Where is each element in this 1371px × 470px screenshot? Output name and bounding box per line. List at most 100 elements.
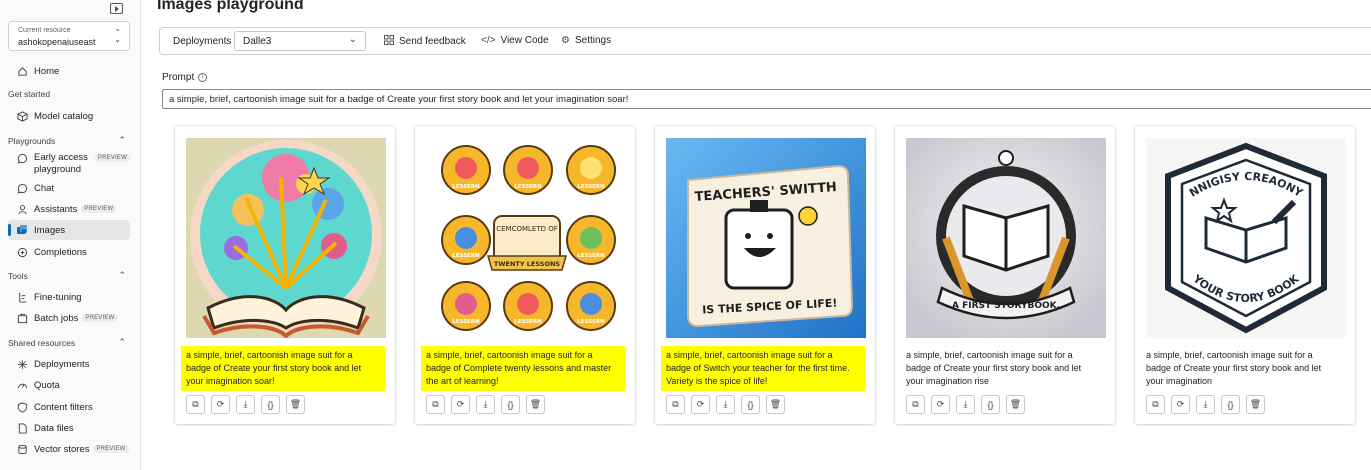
variation-icon[interactable]: ⟳ [931,395,950,414]
variation-icon[interactable]: ⟳ [211,395,230,414]
download-icon[interactable]: ⤓ [716,395,735,414]
deployments-label: Deployments [173,36,232,47]
prompt-label: Prompt i [162,72,208,83]
chat-icon [16,182,28,194]
copy-icon[interactable]: ⧉ [186,395,205,414]
person-icon [16,203,28,215]
settings-button[interactable]: ⚙ Settings [561,35,611,46]
view-code-button[interactable]: </> View Code [481,35,549,46]
sidebar-item-label: Quota [34,379,60,391]
download-icon[interactable]: ⤓ [236,395,255,414]
gauge-icon [16,379,28,391]
info-icon[interactable]: i [198,73,208,82]
deployments-icon [16,358,28,370]
delete-icon[interactable]: 🗑 [286,395,305,414]
json-icon[interactable]: {} [981,395,1000,414]
prompt-input[interactable] [162,89,1371,109]
sidebar-item-label: Home [34,65,60,77]
up-down-chevron-icon: ⌃ ⌄ [114,28,121,44]
deployment-dropdown[interactable]: Dalle3 ⌄ [234,31,366,51]
sidebar-item-deployments[interactable]: Deployments [8,354,130,374]
sidebar-item-home[interactable]: Home [8,61,130,81]
variation-icon[interactable]: ⟳ [451,395,470,414]
generated-image[interactable] [186,138,386,338]
sidebar-item-fine-tuning[interactable]: Fine-tuning [8,287,130,307]
generated-image[interactable]: TEACHERS' SWITTH IS THE SPICE OF LIFE! [666,138,866,338]
fine-tuning-icon [16,291,28,303]
image-actions: ⧉ ⟳ ⤓ {} 🗑 [426,395,545,414]
generated-image[interactable]: A FIRST STORYBOOK. [906,138,1106,338]
copy-icon[interactable]: ⧉ [1146,395,1165,414]
generated-image[interactable]: CEMCOMLETD OF TWENTY LESSONS LESSERN LES… [426,138,626,338]
sidebar-item-data-files[interactable]: Data files [8,418,130,438]
delete-icon[interactable]: 🗑 [526,395,545,414]
file-icon [16,422,28,434]
section-tools[interactable]: Tools ⌃ [8,270,130,281]
chevron-up-icon: ⌃ [118,337,126,347]
variation-icon[interactable]: ⟳ [1171,395,1190,414]
image-actions: ⧉ ⟳ ⤓ {} 🗑 [906,395,1025,414]
chat-sparkle-icon [16,152,28,164]
sidebar-item-label: Assistants [34,203,78,215]
json-icon[interactable]: {} [501,395,520,414]
image-caption: a simple, brief, cartoonish image suit f… [661,346,865,391]
section-get-started: Get started [8,89,51,99]
copy-icon[interactable]: ⧉ [906,395,925,414]
image-caption: a simple, brief, cartoonish image suit f… [1146,350,1322,386]
page-title: Images playground [157,0,304,13]
section-playgrounds[interactable]: Playgrounds ⌃ [8,135,130,146]
image-actions: ⧉ ⟳ ⤓ {} 🗑 [1146,395,1265,414]
sidebar: Current resource ashokopenaiuseast ⌃ ⌄ Ho… [0,0,141,470]
download-icon[interactable]: ⤓ [476,395,495,414]
ribbon-text: A FIRST STORYBOOK. [952,301,1060,311]
section-shared-resources[interactable]: Shared resources ⌃ [8,337,130,348]
generated-image[interactable]: NNIGISY CREAONY YOUR STORY BOOK [1146,138,1346,338]
badge-word: LESSERN [514,184,542,190]
badge-title-1: CEMCOMLETD OF [496,225,558,233]
copy-icon[interactable]: ⧉ [666,395,685,414]
sidebar-item-images[interactable]: Images [8,220,130,240]
sidebar-item-batch-jobs[interactable]: Batch jobs PREVIEW [8,308,130,328]
vector-store-icon [16,443,28,455]
sidebar-item-content-filters[interactable]: Content filters [8,397,130,417]
send-feedback-button[interactable]: Send feedback [384,35,466,48]
sidebar-item-assistants[interactable]: Assistants PREVIEW [8,199,130,219]
batch-icon [16,312,28,324]
gear-icon: ⚙ [561,35,570,46]
json-icon[interactable]: {} [741,395,760,414]
sidebar-item-label: Data files [34,422,74,434]
delete-icon[interactable]: 🗑 [766,395,785,414]
sidebar-item-label: Deployments [34,358,90,370]
collapse-sidebar-icon[interactable] [110,3,123,14]
home-icon [16,65,28,77]
sidebar-item-model-catalog[interactable]: Model catalog [8,106,130,126]
sidebar-item-early-access[interactable]: Early access playground PREVIEW [8,150,130,178]
deployment-value: Dalle3 [243,36,272,47]
sidebar-item-completions[interactable]: Completions [8,242,130,262]
download-icon[interactable]: ⤓ [956,395,975,414]
sidebar-item-label: Model catalog [34,110,94,122]
json-icon[interactable]: {} [1221,395,1240,414]
copy-icon[interactable]: ⧉ [426,395,445,414]
sidebar-item-chat[interactable]: Chat [8,178,130,198]
variation-icon[interactable]: ⟳ [691,395,710,414]
json-icon[interactable]: {} [261,395,280,414]
delete-icon[interactable]: 🗑 [1246,395,1265,414]
delete-icon[interactable]: 🗑 [1006,395,1025,414]
image-card: a simple, brief, cartoonish image suit f… [175,126,395,424]
current-resource-label: Current resource [18,27,71,34]
current-resource-value: ashokopenaiuseast [18,37,96,47]
chevron-up-icon: ⌃ [118,270,126,280]
badge-word: LESSERN [577,319,605,325]
sidebar-item-vector-stores[interactable]: Vector stores PREVIEW [8,439,130,459]
image-card: NNIGISY CREAONY YOUR STORY BOOK a simple… [1135,126,1355,424]
image-actions: ⧉ ⟳ ⤓ {} 🗑 [666,395,785,414]
download-icon[interactable]: ⤓ [1196,395,1215,414]
current-resource-selector[interactable]: Current resource ashokopenaiuseast ⌃ ⌄ [8,21,130,51]
sidebar-item-quota[interactable]: Quota [8,375,130,395]
sidebar-item-label: Fine-tuning [34,291,82,303]
badge-title-2: TWENTY LESSONS [494,260,561,268]
preview-badge: PREVIEW [81,205,117,213]
view-code-label: View Code [500,35,549,46]
code-icon: </> [481,35,496,46]
